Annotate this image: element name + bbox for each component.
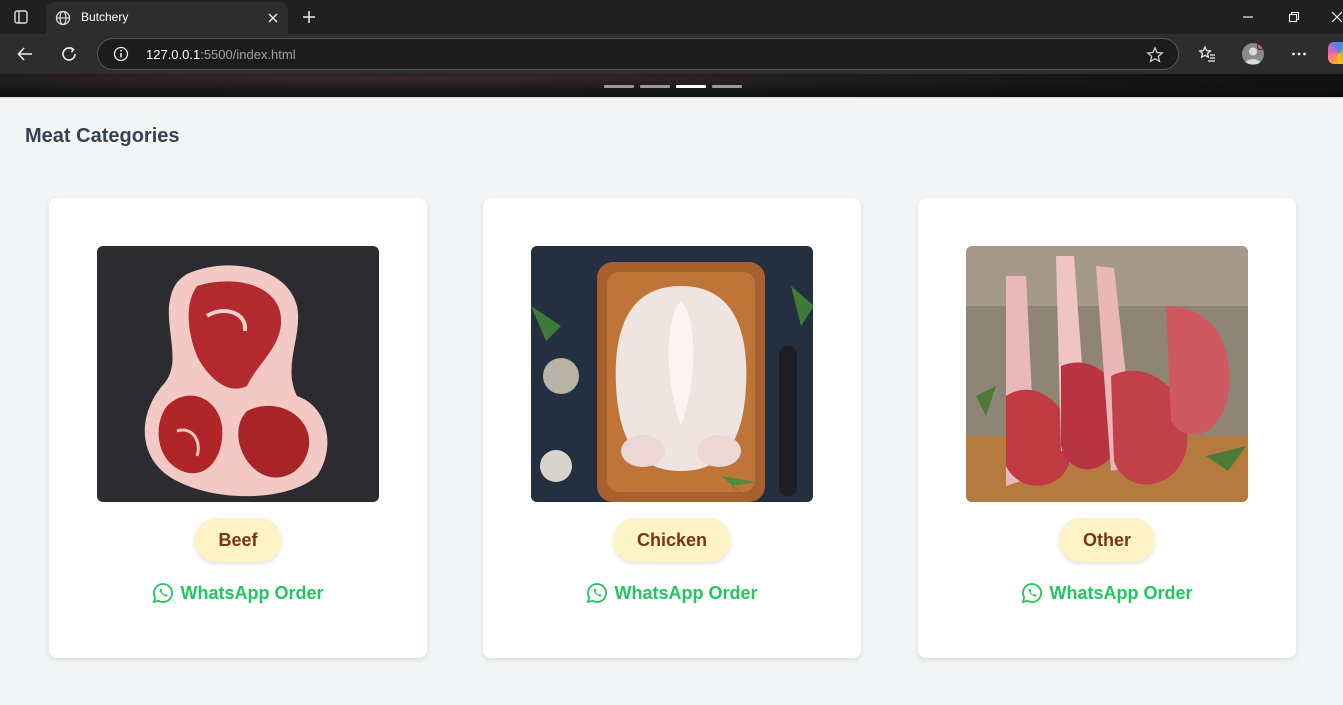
carousel-indicator-active[interactable] xyxy=(676,85,706,88)
favorite-star-icon[interactable] xyxy=(1146,46,1164,69)
profile-avatar-icon[interactable] xyxy=(1242,43,1264,65)
lamb-ribs-image xyxy=(966,246,1248,502)
whatsapp-icon xyxy=(587,583,608,604)
notification-dot xyxy=(1257,43,1264,50)
globe-icon xyxy=(55,10,71,31)
whole-chicken-image xyxy=(531,246,813,502)
hero-carousel xyxy=(0,74,1343,98)
carousel-indicator[interactable] xyxy=(604,85,634,88)
category-button-beef[interactable]: Beef xyxy=(194,518,282,562)
site-info-icon[interactable] xyxy=(113,46,129,67)
browser-toolbar: 127.0.0.1:5500/index.html xyxy=(0,34,1343,74)
category-card-chicken: Chicken WhatsApp Order xyxy=(483,198,861,658)
url-path: :5500/index.html xyxy=(200,47,296,62)
section-title: Meat Categories xyxy=(25,125,180,147)
carousel-indicator[interactable] xyxy=(640,85,670,88)
whatsapp-order-link[interactable]: WhatsApp Order xyxy=(918,582,1296,604)
browser-tab-bar: Butchery xyxy=(0,0,1343,34)
tab-title: Butchery xyxy=(81,10,129,24)
category-button-other[interactable]: Other xyxy=(1058,518,1156,562)
restore-icon[interactable] xyxy=(1283,6,1305,28)
copilot-icon[interactable] xyxy=(1328,42,1343,64)
browser-tab[interactable]: Butchery xyxy=(46,2,288,34)
beef-steak-image xyxy=(97,246,379,502)
whatsapp-order-link[interactable]: WhatsApp Order xyxy=(483,582,861,604)
category-card-other: Other WhatsApp Order xyxy=(918,198,1296,658)
whatsapp-order-link[interactable]: WhatsApp Order xyxy=(49,582,427,604)
whatsapp-order-label: WhatsApp Order xyxy=(180,582,324,603)
carousel-indicator[interactable] xyxy=(712,85,742,88)
new-tab-icon[interactable] xyxy=(298,6,320,28)
back-arrow-icon[interactable] xyxy=(13,42,37,66)
more-options-icon[interactable] xyxy=(1287,42,1311,66)
minimize-icon[interactable] xyxy=(1237,6,1259,28)
whatsapp-icon xyxy=(153,583,174,604)
url-text: 127.0.0.1:5500/index.html xyxy=(146,47,296,62)
whatsapp-icon xyxy=(1022,583,1043,604)
close-tab-icon[interactable] xyxy=(267,11,279,29)
category-button-chicken[interactable]: Chicken xyxy=(612,518,732,562)
whatsapp-order-label: WhatsApp Order xyxy=(614,582,758,603)
address-bar[interactable]: 127.0.0.1:5500/index.html xyxy=(97,38,1179,70)
close-window-icon[interactable] xyxy=(1326,6,1343,28)
reload-icon[interactable] xyxy=(57,42,81,66)
favorites-icon[interactable] xyxy=(1195,42,1219,66)
whatsapp-order-label: WhatsApp Order xyxy=(1049,582,1193,603)
tab-actions-icon[interactable] xyxy=(8,6,34,28)
url-host: 127.0.0.1 xyxy=(146,47,201,62)
carousel-indicators xyxy=(604,85,742,88)
category-card-beef: Beef WhatsApp Order xyxy=(49,198,427,658)
